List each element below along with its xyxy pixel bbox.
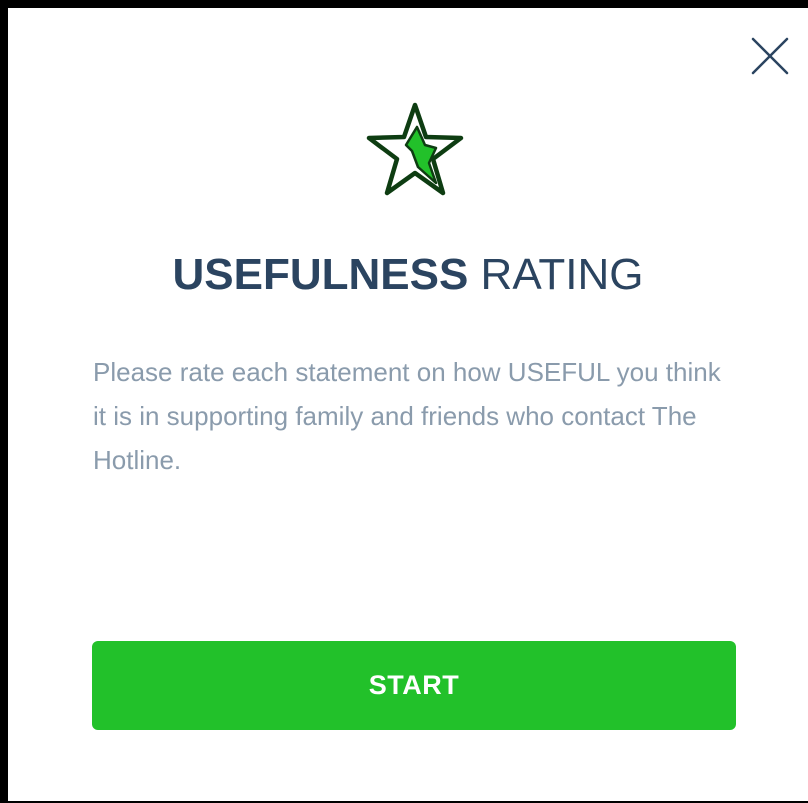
title-strong: USEFULNESS — [172, 250, 469, 299]
start-button[interactable]: START — [92, 641, 736, 730]
close-button[interactable] — [747, 33, 793, 79]
description-text: Please rate each statement on how USEFUL… — [93, 357, 721, 475]
close-icon — [751, 37, 789, 75]
rating-modal: USEFULNESS RATING Please rate each state… — [8, 8, 808, 801]
title-light: RATING — [480, 250, 644, 299]
star-icon — [363, 101, 467, 201]
modal-title: USEFULNESS RATING — [8, 250, 808, 300]
